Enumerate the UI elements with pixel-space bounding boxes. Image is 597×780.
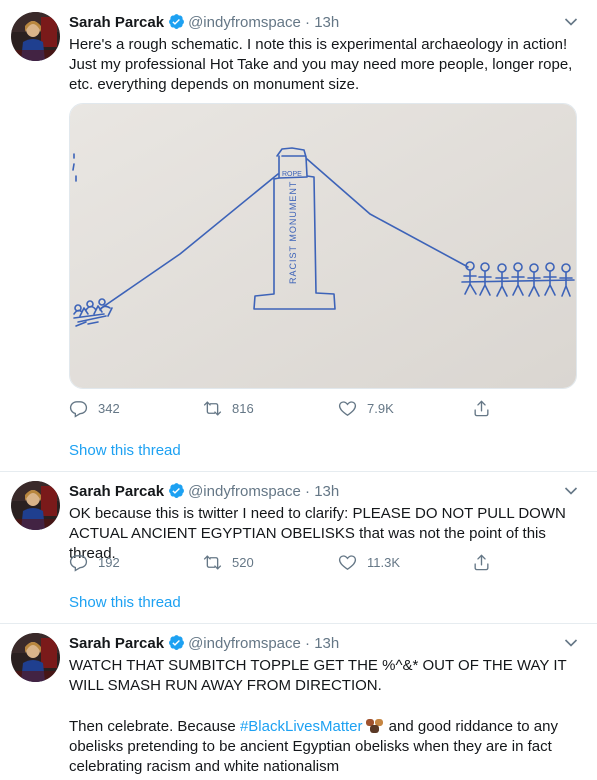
like-icon	[338, 553, 357, 572]
verified-badge-icon	[168, 13, 185, 30]
handle[interactable]: @indyfromspace	[188, 14, 301, 31]
reply-count: 192	[98, 554, 120, 570]
retweet-count: 816	[232, 400, 254, 416]
drawing-label-rope: ROPE	[282, 171, 302, 178]
tweet-header: Sarah Parcak @indyfromspace · 13h	[69, 13, 339, 33]
like-action[interactable]: 11.3K	[338, 552, 400, 572]
tweet-header: Sarah Parcak @indyfromspace · 13h	[69, 482, 339, 502]
tweet-actions: 342 816 7.9K	[69, 398, 509, 418]
tweet-text-paragraph-1: WATCH THAT SUMBITCH TOPPLE GET THE %^&* …	[69, 657, 567, 694]
retweet-action[interactable]: 520	[203, 552, 254, 572]
reply-icon	[69, 553, 88, 572]
text-segment: Then celebrate. Because	[69, 718, 240, 735]
drawing-label-monument: RACIST MONUMENT	[288, 181, 298, 284]
chevron-down-icon[interactable]	[564, 638, 578, 648]
separator: ·	[305, 483, 311, 500]
tweet-1[interactable]: Sarah Parcak @indyfromspace · 13h Here's …	[0, 0, 597, 471]
reply-icon	[69, 399, 88, 418]
retweet-count: 520	[232, 554, 254, 570]
show-thread-link[interactable]: Show this thread	[69, 442, 181, 459]
like-count: 7.9K	[367, 400, 394, 416]
retweet-icon	[203, 553, 222, 572]
fist-emoji-icon	[365, 719, 383, 733]
display-name[interactable]: Sarah Parcak	[69, 14, 164, 31]
schematic-drawing: ROPE RACIST MONUMENT	[70, 104, 576, 388]
like-action[interactable]: 7.9K	[338, 398, 394, 418]
chevron-down-icon[interactable]	[564, 486, 578, 496]
separator: ·	[305, 635, 311, 652]
like-icon	[338, 399, 357, 418]
avatar[interactable]	[11, 481, 60, 530]
reply-action[interactable]: 192	[69, 552, 120, 572]
avatar[interactable]	[11, 633, 60, 682]
like-count: 11.3K	[367, 554, 401, 570]
verified-badge-icon	[168, 634, 185, 651]
handle[interactable]: @indyfromspace	[188, 483, 301, 500]
retweet-action[interactable]: 816	[203, 398, 254, 418]
share-icon	[472, 553, 491, 572]
handle[interactable]: @indyfromspace	[188, 635, 301, 652]
reply-count: 342	[98, 400, 120, 416]
share-action[interactable]	[472, 398, 501, 418]
retweet-icon	[203, 399, 222, 418]
hashtag-link[interactable]: #BlackLivesMatter	[240, 718, 363, 735]
tweet-text-paragraph-2: Then celebrate. Because #BlackLivesMatte…	[69, 716, 584, 777]
share-action[interactable]	[472, 552, 501, 572]
tweet-3[interactable]: Sarah Parcak @indyfromspace · 13h WATCH T…	[0, 624, 597, 780]
avatar[interactable]	[11, 12, 60, 61]
show-thread-link[interactable]: Show this thread	[69, 594, 181, 611]
timestamp[interactable]: 13h	[314, 483, 339, 500]
display-name[interactable]: Sarah Parcak	[69, 635, 164, 652]
tweet-actions: 192 520 11.3K	[69, 552, 509, 572]
timestamp[interactable]: 13h	[314, 14, 339, 31]
timestamp[interactable]: 13h	[314, 635, 339, 652]
separator: ·	[305, 14, 311, 31]
tweet-text: Here's a rough schematic. I note this is…	[69, 36, 573, 93]
display-name[interactable]: Sarah Parcak	[69, 483, 164, 500]
chevron-down-icon[interactable]	[564, 17, 578, 27]
share-icon	[472, 399, 491, 418]
tweet-2[interactable]: Sarah Parcak @indyfromspace · 13h OK beca…	[0, 472, 597, 623]
tweet-image[interactable]: ROPE RACIST MONUMENT	[69, 103, 577, 389]
tweet-header: Sarah Parcak @indyfromspace · 13h	[69, 634, 339, 654]
verified-badge-icon	[168, 482, 185, 499]
reply-action[interactable]: 342	[69, 398, 120, 418]
